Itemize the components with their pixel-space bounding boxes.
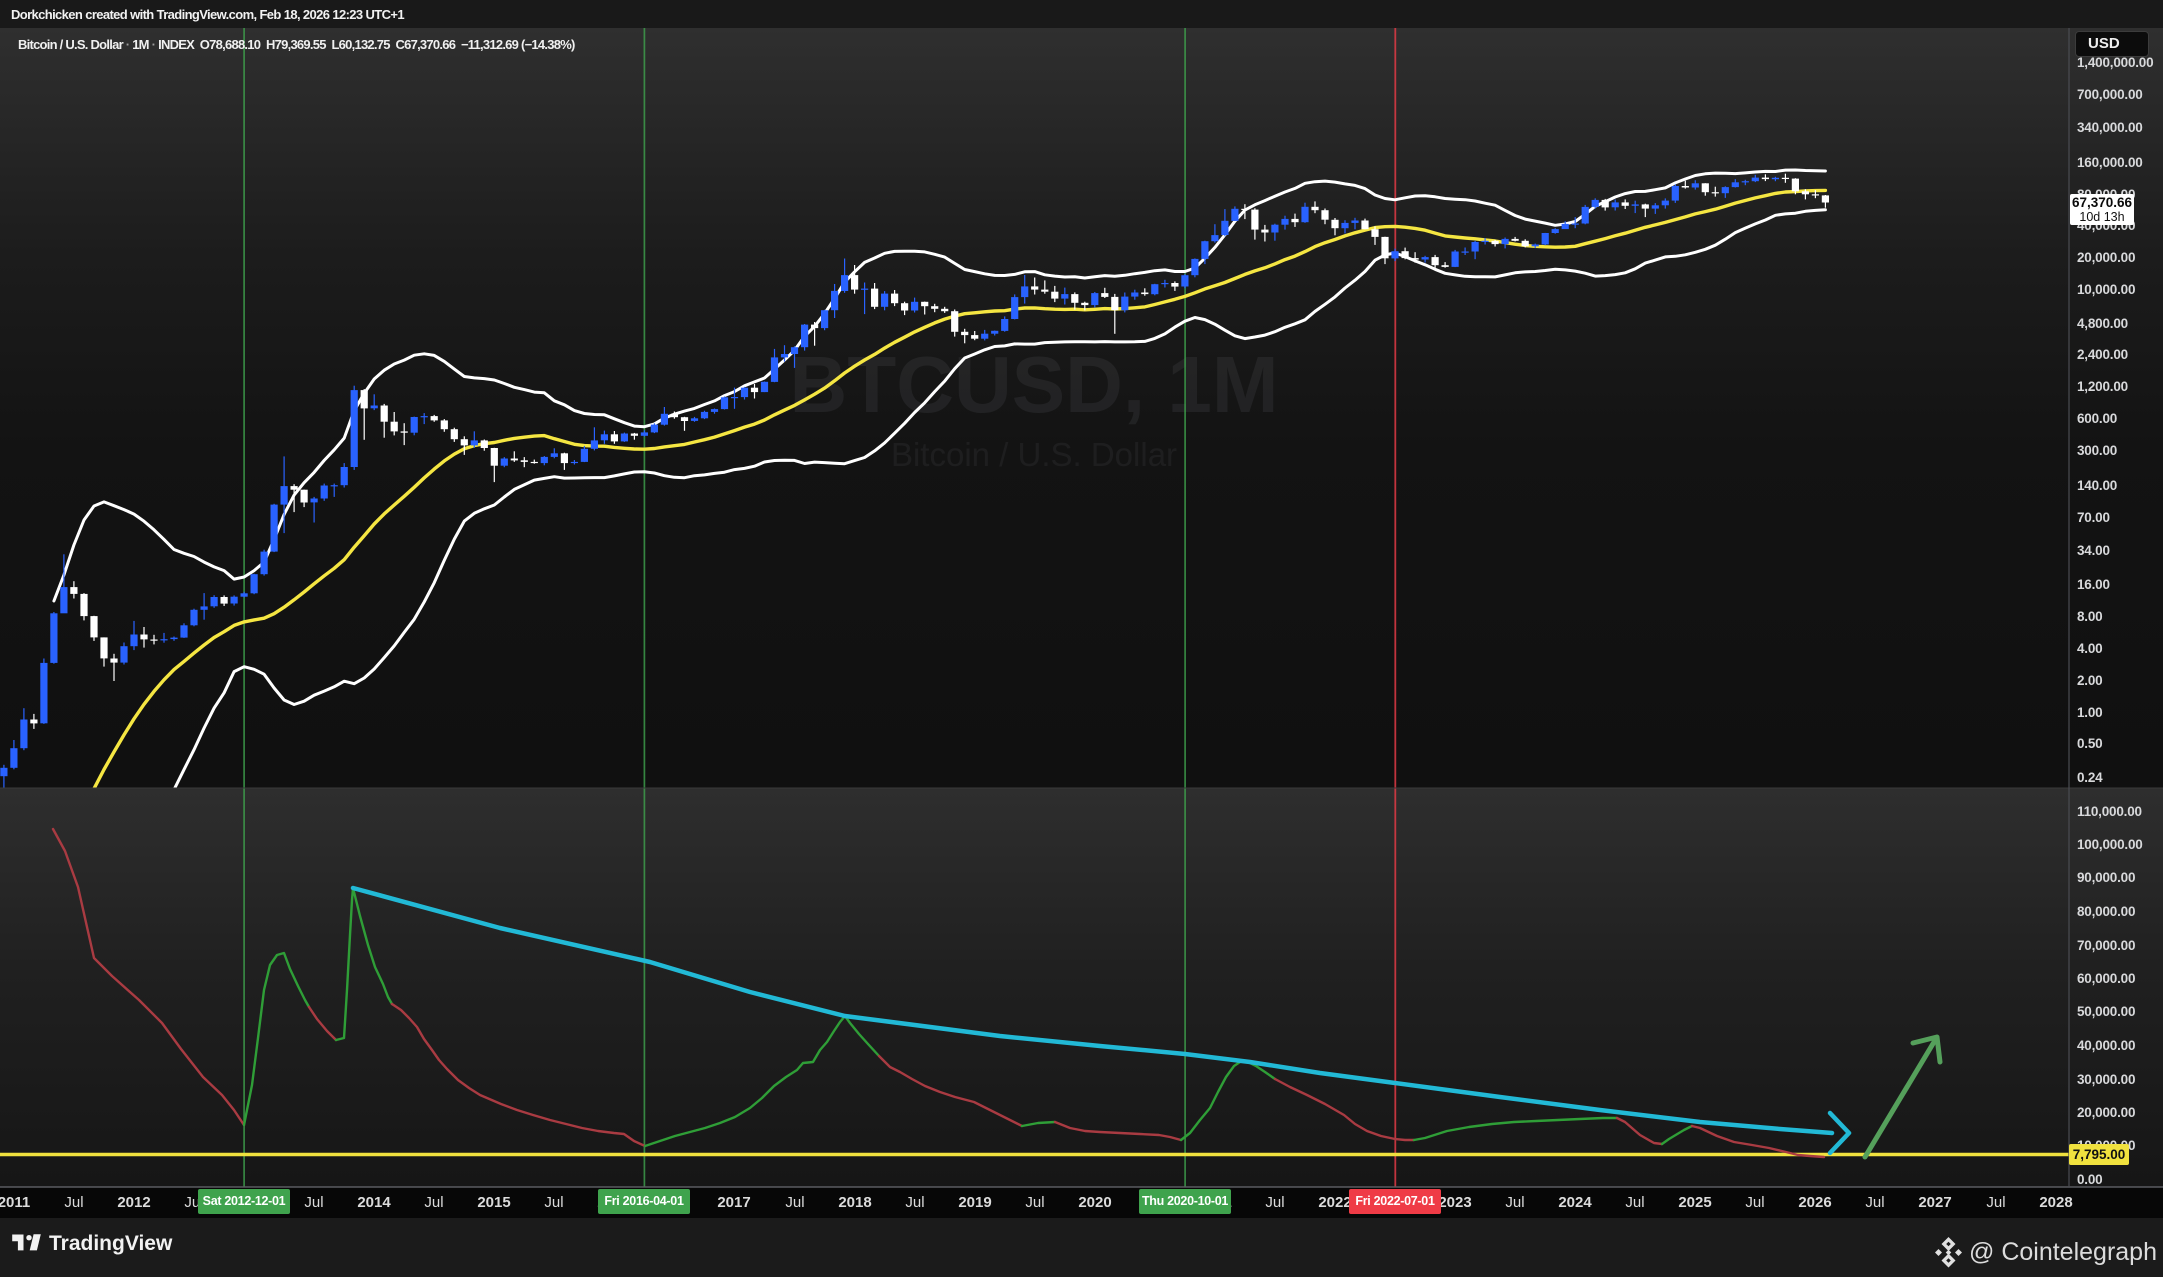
svg-text:BTCUSD, 1M: BTCUSD, 1M: [790, 340, 1279, 429]
svg-text:Bitcoin / U.S. Dollar: Bitcoin / U.S. Dollar: [891, 436, 1177, 473]
